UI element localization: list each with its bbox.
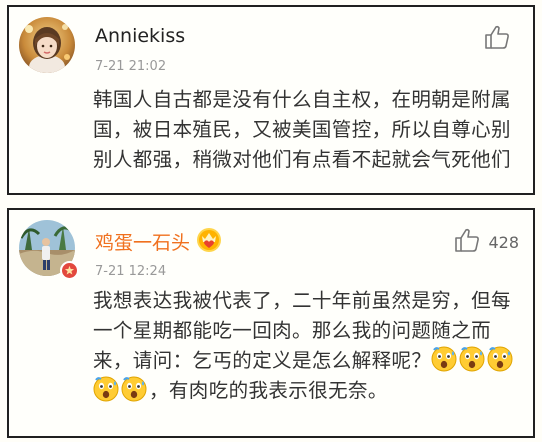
shocked-face-emoji bbox=[459, 346, 485, 372]
shocked-face-emoji bbox=[121, 376, 147, 402]
comment-timestamp: 7-21 21:02 bbox=[95, 59, 167, 74]
comment-text-after-emoji: ，有肉吃的我表示很无奈。 bbox=[149, 379, 388, 402]
shocked-face-emoji bbox=[487, 346, 513, 372]
shocked-face-emoji bbox=[93, 376, 119, 402]
like-button[interactable] bbox=[484, 25, 518, 53]
shocked-face-emoji bbox=[431, 346, 457, 372]
comment-timestamp: 7-21 12:24 bbox=[95, 264, 167, 279]
username[interactable]: 鸡蛋一石头 bbox=[95, 228, 190, 255]
thumbs-up-icon bbox=[454, 228, 480, 256]
comment-card: Anniekiss 7-21 21:02 韩国人自古都是没有什么自主权，在明朝是… bbox=[7, 5, 535, 195]
comment-text: 我想表达我被代表了，二十年前虽然是穷，但每一个星期都能吃一回肉。那么我的问题随之… bbox=[93, 286, 519, 406]
avatar[interactable] bbox=[19, 17, 75, 73]
like-count: 428 bbox=[488, 232, 519, 252]
thumbs-up-icon bbox=[484, 25, 510, 53]
crown-heart-badge-icon bbox=[196, 227, 222, 253]
like-button[interactable]: 428 bbox=[454, 228, 519, 256]
username[interactable]: Anniekiss bbox=[95, 25, 185, 47]
comment-card: 鸡蛋一石头 7-21 12:24 428 我想表达我被代表了，二十年前虽然是穷，… bbox=[7, 208, 535, 438]
comment-text: 韩国人自古都是没有什么自主权，在明朝是附属国，被日本殖民，又被美国管控，所以自尊… bbox=[93, 88, 511, 171]
verified-badge-icon bbox=[60, 261, 79, 280]
